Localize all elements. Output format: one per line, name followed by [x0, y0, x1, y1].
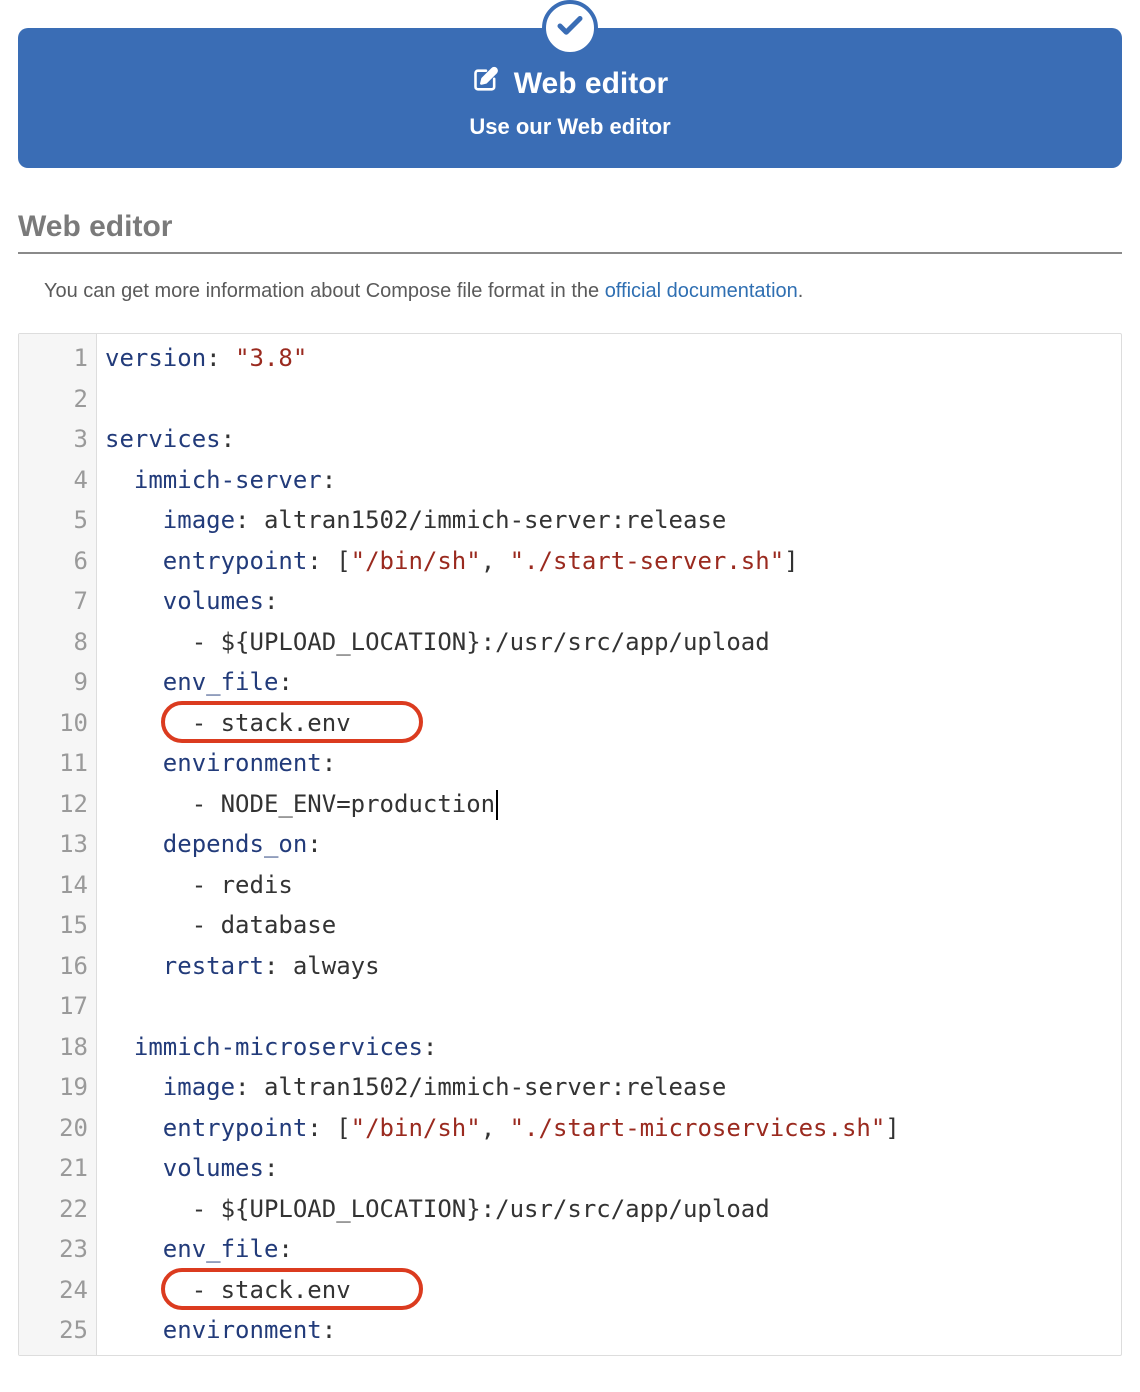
- banner-title-row: Web editor: [38, 66, 1102, 102]
- line-number: 19: [19, 1067, 88, 1108]
- text-cursor: [496, 790, 498, 820]
- line-number: 12: [19, 784, 88, 825]
- line-number: 3: [19, 419, 88, 460]
- code-line[interactable]: services:: [105, 419, 1121, 460]
- code-line[interactable]: [105, 986, 1121, 1027]
- line-number-gutter: 1234567891011121314151617181920212223242…: [19, 334, 97, 1355]
- line-number: 7: [19, 581, 88, 622]
- line-number: 8: [19, 622, 88, 663]
- code-line[interactable]: - ${UPLOAD_LOCATION}:/usr/src/app/upload: [105, 622, 1121, 663]
- code-line[interactable]: entrypoint: ["/bin/sh", "./start-microse…: [105, 1108, 1121, 1149]
- info-prefix: You can get more information about Compo…: [44, 280, 605, 302]
- line-number: 14: [19, 865, 88, 906]
- code-line[interactable]: environment:: [105, 1310, 1121, 1351]
- code-line[interactable]: - ${UPLOAD_LOCATION}:/usr/src/app/upload: [105, 1189, 1121, 1230]
- line-number: 13: [19, 824, 88, 865]
- code-editor[interactable]: 1234567891011121314151617181920212223242…: [18, 333, 1122, 1356]
- line-number: 11: [19, 743, 88, 784]
- code-line[interactable]: volumes:: [105, 1148, 1121, 1189]
- code-line[interactable]: immich-server:: [105, 460, 1121, 501]
- code-line[interactable]: env_file:: [105, 662, 1121, 703]
- code-line[interactable]: environment:: [105, 743, 1121, 784]
- check-badge: [542, 0, 598, 56]
- code-line[interactable]: immich-microservices:: [105, 1027, 1121, 1068]
- section-heading: Web editor: [18, 210, 1122, 254]
- line-number: 22: [19, 1189, 88, 1230]
- info-suffix: .: [798, 280, 804, 302]
- line-number: 4: [19, 460, 88, 501]
- code-line[interactable]: volumes:: [105, 581, 1121, 622]
- line-number: 23: [19, 1229, 88, 1270]
- banner-subtitle: Use our Web editor: [38, 114, 1102, 140]
- code-line[interactable]: version: "3.8": [105, 338, 1121, 379]
- line-number: 24: [19, 1270, 88, 1311]
- line-number: 15: [19, 905, 88, 946]
- edit-icon: [472, 66, 500, 102]
- code-line[interactable]: - database: [105, 905, 1121, 946]
- line-number: 25: [19, 1310, 88, 1351]
- code-line[interactable]: restart: always: [105, 946, 1121, 987]
- line-number: 18: [19, 1027, 88, 1068]
- check-icon: [555, 11, 585, 46]
- code-line[interactable]: env_file:: [105, 1229, 1121, 1270]
- line-number: 16: [19, 946, 88, 987]
- code-line[interactable]: [105, 379, 1121, 420]
- line-number: 1: [19, 338, 88, 379]
- code-line[interactable]: image: altran1502/immich-server:release: [105, 500, 1121, 541]
- line-number: 2: [19, 379, 88, 420]
- line-number: 10: [19, 703, 88, 744]
- code-line[interactable]: - NODE_ENV=production: [105, 784, 1121, 825]
- info-text: You can get more information about Compo…: [18, 280, 1122, 303]
- code-line[interactable]: - stack.env: [105, 703, 1121, 744]
- code-line[interactable]: - stack.env: [105, 1270, 1121, 1311]
- line-number: 5: [19, 500, 88, 541]
- code-line[interactable]: entrypoint: ["/bin/sh", "./start-server.…: [105, 541, 1121, 582]
- code-area[interactable]: version: "3.8" services: immich-server: i…: [97, 334, 1121, 1355]
- code-line[interactable]: - redis: [105, 865, 1121, 906]
- official-docs-link[interactable]: official documentation: [605, 280, 798, 302]
- line-number: 17: [19, 986, 88, 1027]
- banner-title: Web editor: [514, 67, 668, 101]
- code-line[interactable]: depends_on:: [105, 824, 1121, 865]
- line-number: 6: [19, 541, 88, 582]
- web-editor-banner[interactable]: Web editor Use our Web editor: [18, 28, 1122, 168]
- line-number: 20: [19, 1108, 88, 1149]
- line-number: 21: [19, 1148, 88, 1189]
- code-line[interactable]: image: altran1502/immich-server:release: [105, 1067, 1121, 1108]
- line-number: 9: [19, 662, 88, 703]
